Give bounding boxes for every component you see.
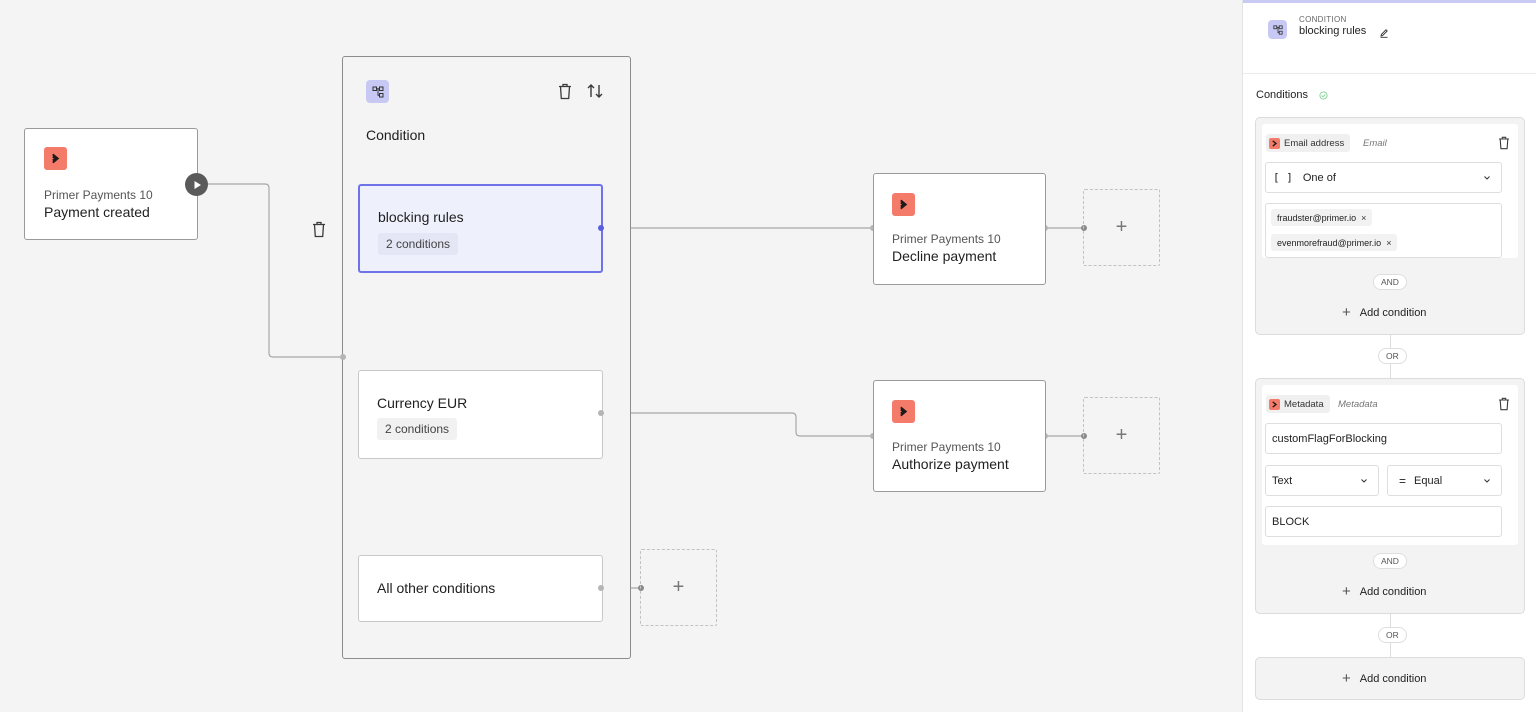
condition-icon [366, 80, 389, 103]
reorder-branches-button[interactable] [585, 81, 605, 101]
remove-tag-icon[interactable]: × [1361, 213, 1366, 223]
delete-condition-button[interactable] [555, 81, 575, 101]
and-connector: AND [1373, 553, 1407, 569]
plus-icon: + [1342, 583, 1351, 600]
chevron-down-icon [1484, 175, 1490, 180]
port-condition-input[interactable] [340, 354, 346, 360]
delete-connection-button[interactable] [310, 219, 328, 239]
panel-branch-name: blocking rules [1299, 25, 1367, 37]
action-node-decline-payment[interactable]: Primer Payments 10 Decline payment [873, 173, 1046, 285]
equals-icon: = [1399, 473, 1407, 488]
condition-row: Metadata Metadata customFlagForBlocking … [1262, 385, 1518, 545]
branch-name: blocking rules [378, 209, 464, 225]
conditions-section-title: Conditions [1256, 89, 1308, 101]
port-blocking-output[interactable] [598, 225, 604, 231]
edit-name-button[interactable] [1379, 25, 1391, 38]
trash-icon [559, 83, 571, 99]
value-type-select[interactable]: Text [1265, 465, 1379, 496]
workflow-canvas[interactable]: Primer Payments 10 Payment created Condi… [0, 0, 1242, 712]
add-and-condition-button[interactable]: + Add condition [1342, 584, 1426, 599]
play-icon [194, 180, 201, 189]
add-or-group-card[interactable]: + Add condition [1255, 657, 1525, 700]
branch-currency-eur[interactable]: Currency EUR 2 conditions [358, 370, 603, 459]
primer-app-icon [1269, 398, 1280, 410]
condition-group-node[interactable]: Condition blocking rules 2 conditions Cu… [342, 56, 631, 659]
comparison-value-input[interactable]: BLOCK [1265, 506, 1502, 537]
add-or-condition-button[interactable]: + Add condition [1342, 671, 1426, 686]
attribute-name: Email address [1284, 137, 1345, 149]
or-connector: OR [1378, 627, 1407, 643]
branch-name: Currency EUR [377, 395, 468, 411]
branch-blocking-rules[interactable]: blocking rules 2 conditions [358, 184, 603, 273]
valid-check-icon [1319, 91, 1328, 100]
action-app-name: Primer Payments 10 [892, 440, 1001, 454]
chevron-down-icon [1484, 478, 1490, 483]
operator-value: One of [1302, 171, 1336, 184]
plus-icon: + [1342, 304, 1351, 321]
header-divider [1243, 73, 1536, 74]
panel-kicker: CONDITION [1299, 15, 1347, 24]
pencil-icon [1380, 29, 1388, 38]
chevron-down-icon [1361, 478, 1367, 483]
primer-app-icon [1269, 137, 1280, 149]
and-connector: AND [1373, 274, 1407, 290]
trigger-node[interactable]: Primer Payments 10 Payment created [24, 128, 198, 240]
trash-icon [313, 221, 325, 237]
run-trigger-button[interactable] [185, 173, 208, 196]
condition-group-card: Metadata Metadata customFlagForBlocking … [1255, 378, 1525, 614]
port-other-output[interactable] [598, 585, 604, 591]
attribute-chip[interactable]: Metadata [1266, 395, 1330, 413]
delete-condition-icon[interactable] [1498, 397, 1510, 411]
plus-icon: + [1342, 670, 1351, 687]
primer-app-icon [892, 193, 915, 216]
add-step-after-decline[interactable]: + [1083, 189, 1160, 266]
value-tag: fraudster@primer.io × [1271, 209, 1373, 226]
primer-app-icon [892, 400, 915, 423]
branch-condition-count: 2 conditions [377, 418, 458, 440]
value-tag: evenmorefraud@primer.io × [1271, 234, 1398, 251]
action-node-authorize-payment[interactable]: Primer Payments 10 Authorize payment [873, 380, 1046, 492]
condition-row: Email address Email [ ] One of fraudster… [1262, 124, 1518, 258]
sort-arrows-icon [587, 84, 603, 98]
condition-settings-panel: CONDITION blocking rules Conditions Emai… [1242, 0, 1536, 712]
port-currency-output[interactable] [598, 410, 604, 416]
attribute-name: Metadata [1284, 398, 1324, 410]
or-connector: OR [1378, 348, 1407, 364]
action-name: Decline payment [892, 248, 997, 264]
delete-condition-icon[interactable] [1498, 136, 1510, 150]
remove-tag-icon[interactable]: × [1386, 238, 1391, 248]
attribute-type: Metadata [1338, 399, 1378, 410]
add-and-condition-button[interactable]: + Add condition [1342, 305, 1426, 320]
condition-group-card: Email address Email [ ] One of fraudster… [1255, 117, 1525, 335]
trigger-app-name: Primer Payments 10 [44, 188, 153, 202]
condition-icon [1268, 20, 1287, 39]
branch-name: All other conditions [377, 580, 496, 596]
add-step-after-authorize[interactable]: + [1083, 397, 1160, 474]
attribute-type: Email [1363, 138, 1387, 149]
attribute-chip[interactable]: Email address [1266, 134, 1351, 152]
connector-currency-to-authorize [601, 412, 873, 437]
primer-app-icon [44, 147, 67, 170]
add-step-after-other[interactable]: + [640, 549, 717, 626]
trigger-action-name: Payment created [44, 204, 150, 220]
action-app-name: Primer Payments 10 [892, 232, 1001, 246]
condition-title: Condition [366, 127, 426, 143]
panel-accent-bar [1243, 0, 1536, 3]
metadata-key-input[interactable]: customFlagForBlocking [1265, 423, 1502, 454]
action-name: Authorize payment [892, 456, 1009, 472]
branch-all-other-conditions[interactable]: All other conditions [358, 555, 603, 622]
comparison-operator-select[interactable]: = Equal [1387, 465, 1502, 496]
operator-select[interactable]: [ ] One of [1265, 162, 1502, 193]
branch-condition-count: 2 conditions [378, 233, 459, 255]
brackets-icon: [ ] [1273, 171, 1293, 184]
connector-trigger-to-condition [208, 183, 343, 358]
